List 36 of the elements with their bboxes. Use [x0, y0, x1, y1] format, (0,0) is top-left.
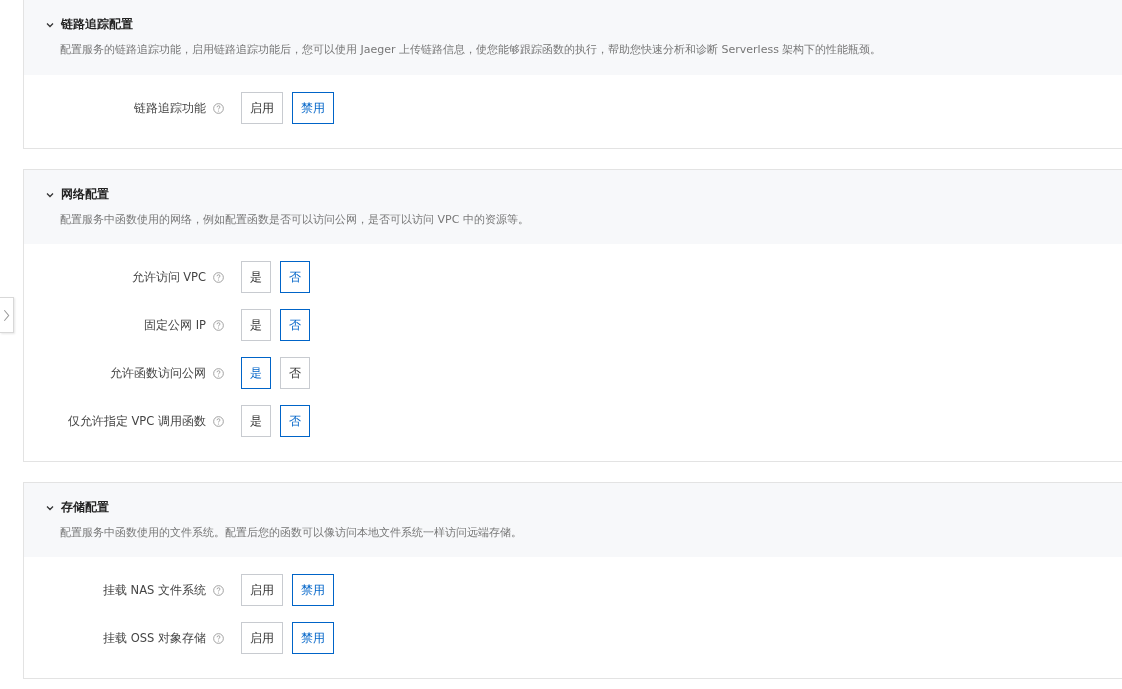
option-button[interactable]: 否 — [280, 309, 310, 341]
section-title: 存储配置 — [61, 499, 109, 516]
help-icon[interactable] — [213, 319, 224, 331]
section-description: 配置服务中函数使用的文件系统。配置后您的函数可以像访问本地文件系统一样访问远端存储。 — [60, 525, 523, 540]
expand-handle[interactable] — [0, 297, 14, 333]
option-button[interactable]: 启用 — [241, 92, 283, 124]
field-label: 链路追踪功能 — [133, 100, 206, 116]
option-button[interactable]: 是 — [241, 357, 271, 389]
option-button[interactable]: 禁用 — [292, 622, 334, 654]
section-title: 链路追踪配置 — [61, 16, 133, 33]
field-label: 挂载 NAS 文件系统 — [101, 582, 206, 598]
option-button[interactable]: 是 — [241, 309, 271, 341]
option-button[interactable]: 是 — [241, 405, 271, 437]
help-icon[interactable] — [213, 415, 224, 427]
option-button[interactable]: 启用 — [241, 574, 283, 606]
field-label: 允许函数访问公网 — [109, 365, 206, 381]
option-button[interactable]: 禁用 — [292, 92, 334, 124]
option-button[interactable]: 否 — [280, 357, 310, 389]
option-button[interactable]: 是 — [241, 261, 271, 293]
chevron-right-icon — [3, 308, 10, 322]
help-icon[interactable] — [213, 584, 224, 596]
option-button[interactable]: 否 — [280, 261, 310, 293]
field-label: 仅允许指定 VPC 调用函数 — [66, 413, 206, 429]
help-icon[interactable] — [213, 102, 224, 114]
help-icon[interactable] — [213, 632, 224, 644]
help-icon[interactable] — [213, 367, 224, 379]
option-button[interactable]: 否 — [280, 405, 310, 437]
section-description: 配置服务中函数使用的网络，例如配置函数是否可以访问公网，是否可以访问 VPC 中的资源等。 — [60, 212, 530, 227]
help-icon[interactable] — [213, 271, 224, 283]
section-title: 网络配置 — [61, 186, 109, 203]
field-label: 允许访问 VPC — [130, 269, 206, 285]
field-label: 挂载 OSS 对象存储 — [102, 630, 206, 646]
option-button[interactable]: 禁用 — [292, 574, 334, 606]
section-description: 配置服务的链路追踪功能，启用链路追踪功能后，您可以使用 Jaeger 上传链路信息，使您能够跟踪函数的执行，帮助您快速分析和诊断 Serverless 架构下的性能瓶颈。 — [60, 42, 883, 57]
option-button[interactable]: 启用 — [241, 622, 283, 654]
field-label: 固定公网 IP — [143, 317, 206, 333]
